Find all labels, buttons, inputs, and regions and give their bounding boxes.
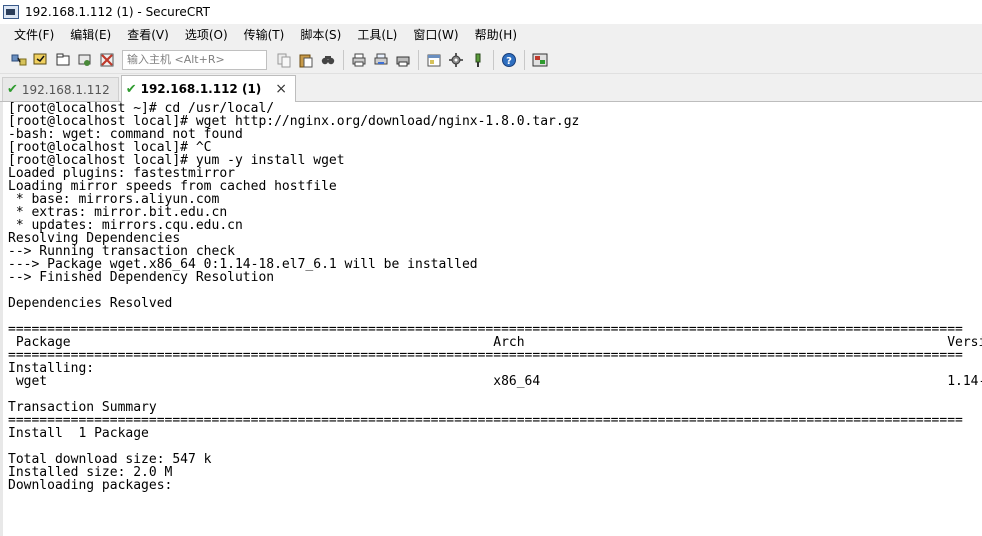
terminal-line: Loading mirror speeds from cached hostfi…: [8, 180, 337, 193]
host-command-input[interactable]: [122, 49, 267, 70]
global-options-icon[interactable]: [447, 51, 465, 69]
terminal-line: [root@localhost local]# ^C: [8, 141, 212, 154]
menu-help[interactable]: 帮助(H): [467, 24, 525, 46]
terminal-line: Install 1 Package: [8, 427, 149, 440]
help-icon[interactable]: ?: [500, 51, 518, 69]
menu-script[interactable]: 脚本(S): [292, 24, 349, 46]
terminal-line: * extras: mirror.bit.edu.cn: [8, 206, 228, 219]
toolbar-separator: [343, 49, 344, 70]
print-screen-icon[interactable]: [394, 51, 412, 69]
tab-label: 192.168.1.112: [21, 82, 110, 97]
title-bar: 192.168.1.112 (1) - SecureCRT: [0, 0, 982, 24]
disconnect-icon[interactable]: [98, 51, 116, 69]
menu-tools[interactable]: 工具(L): [349, 24, 405, 46]
terminal-line: Loaded plugins: fastestmirror: [8, 167, 235, 180]
menu-options[interactable]: 选项(O): [177, 24, 236, 46]
session-options-icon[interactable]: [425, 51, 443, 69]
terminal-line: * updates: mirrors.cqu.edu.cn: [8, 219, 243, 232]
terminal-line: wget x86_64 1.14-18.el7_6: [8, 375, 982, 388]
copy-icon[interactable]: [275, 51, 293, 69]
terminal-line: ---> Package wget.x86_64 0:1.14-18.el7_6…: [8, 258, 478, 271]
find-icon[interactable]: [319, 51, 337, 69]
quick-connect-icon[interactable]: [32, 51, 50, 69]
terminal-line: ========================================…: [8, 323, 963, 336]
menu-window[interactable]: 窗口(W): [405, 24, 466, 46]
connect-icon[interactable]: [10, 51, 28, 69]
connect-in-tab-icon[interactable]: [54, 51, 72, 69]
terminal-line: Resolving Dependencies: [8, 232, 181, 245]
terminal-line: Package Arch Version: [8, 336, 982, 349]
tab-session-192-168-1-112[interactable]: ✔ 192.168.1.112: [2, 77, 119, 101]
window-title: 192.168.1.112 (1) - SecureCRT: [25, 5, 210, 19]
svg-text:?: ?: [506, 56, 512, 67]
terminal-line: Total download size: 547 k: [8, 453, 212, 466]
terminal-line: Transaction Summary: [8, 401, 157, 414]
terminal-line: --> Running transaction check: [8, 245, 235, 258]
print-selection-icon[interactable]: [372, 51, 390, 69]
sftp-icon[interactable]: [531, 51, 549, 69]
securecrt-app-icon: [3, 5, 19, 19]
terminal-line: ========================================…: [8, 414, 963, 427]
terminal-line: Downloading packages:: [8, 479, 173, 492]
terminal-line: [root@localhost ~]# cd /usr/local/: [8, 102, 275, 115]
menu-view[interactable]: 查看(V): [119, 24, 177, 46]
toolbar-separator: [493, 49, 494, 70]
print-icon[interactable]: [350, 51, 368, 69]
terminal-line: --> Finished Dependency Resolution: [8, 271, 275, 284]
tab-session-192-168-1-112-1[interactable]: ✔ 192.168.1.112 (1) ×: [120, 75, 297, 102]
terminal-line: * base: mirrors.aliyun.com: [8, 193, 220, 206]
paste-icon[interactable]: [297, 51, 315, 69]
toolbar: ?: [0, 46, 982, 74]
menu-bar: 文件(F) 编辑(E) 查看(V) 选项(O) 传输(T) 脚本(S) 工具(L…: [0, 24, 982, 46]
terminal-line: ========================================…: [8, 349, 963, 362]
terminal-lines: [root@localhost ~]# cd /usr/local/[root@…: [3, 102, 982, 492]
menu-file[interactable]: 文件(F): [6, 24, 62, 46]
toolbar-separator: [524, 49, 525, 70]
menu-transfer[interactable]: 传输(T): [236, 24, 293, 46]
session-tab-bar: ✔ 192.168.1.112 ✔ 192.168.1.112 (1) ×: [0, 74, 982, 102]
terminal-line: -bash: wget: command not found: [8, 128, 243, 141]
tab-close-icon[interactable]: ×: [275, 81, 287, 97]
connected-check-icon: ✔: [7, 82, 18, 97]
terminal-line: Installing:: [8, 362, 95, 375]
reconnect-icon[interactable]: [76, 51, 94, 69]
terminal-line: [root@localhost local]# wget http://ngin…: [8, 115, 580, 128]
keymap-icon[interactable]: [469, 51, 487, 69]
tab-label: 192.168.1.112 (1): [140, 82, 262, 96]
terminal-line: [root@localhost local]# yum -y install w…: [8, 154, 345, 167]
terminal-output[interactable]: [root@localhost ~]# cd /usr/local/[root@…: [0, 102, 982, 536]
terminal-line: Dependencies Resolved: [8, 297, 173, 310]
terminal-line: Installed size: 2.0 M: [8, 466, 173, 479]
connected-check-icon: ✔: [125, 81, 137, 97]
toolbar-separator: [418, 49, 419, 70]
menu-edit[interactable]: 编辑(E): [62, 24, 119, 46]
